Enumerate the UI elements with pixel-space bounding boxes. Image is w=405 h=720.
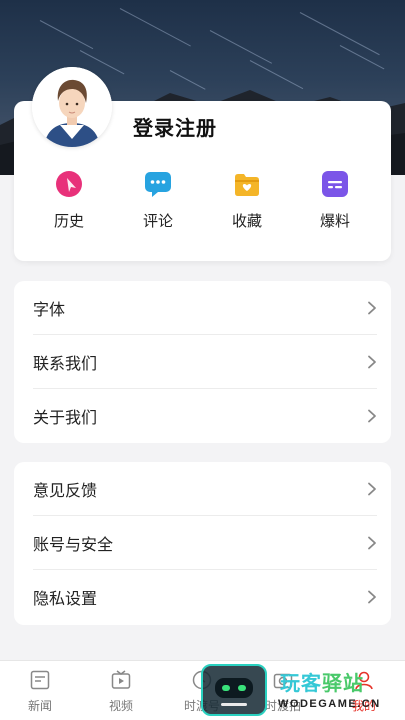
- avatar[interactable]: [32, 67, 112, 147]
- tip-off-icon: [322, 171, 348, 197]
- tab-label: 新闻: [27, 699, 52, 713]
- shortcut-tip-off[interactable]: 爆料: [305, 170, 365, 231]
- comment-icon: [145, 172, 171, 197]
- chevron-right-icon: [368, 355, 376, 368]
- robot-face-icon: [215, 678, 253, 706]
- tab-news[interactable]: 新闻: [10, 669, 70, 714]
- chevron-right-icon: [368, 409, 376, 423]
- tab-video[interactable]: 视频: [91, 669, 151, 714]
- shortcut-comment[interactable]: 评论: [128, 170, 188, 231]
- settings-item-label: 联系我们: [33, 353, 98, 373]
- watermark-title: 玩客驿站: [280, 667, 364, 696]
- shortcut-favorites[interactable]: 收藏: [217, 170, 277, 231]
- watermark-logo: [201, 664, 267, 716]
- news-icon: [30, 670, 50, 690]
- watermark-title-b: 驿站: [322, 673, 364, 695]
- settings-item-privacy[interactable]: 隐私设置: [33, 570, 377, 624]
- settings-group-general: 字体 联系我们 关于我们: [14, 281, 391, 443]
- chevron-right-icon: [368, 301, 376, 314]
- settings-item-account-security[interactable]: 账号与安全: [33, 516, 377, 570]
- shortcut-history[interactable]: 历史: [39, 170, 99, 231]
- favorites-icon: [235, 174, 259, 196]
- settings-item-label: 账号与安全: [33, 534, 114, 554]
- settings-item-font[interactable]: 字体: [33, 281, 377, 335]
- settings-item-about-us[interactable]: 关于我们: [33, 389, 377, 443]
- tab-label: 视频: [108, 699, 133, 713]
- settings-item-label: 字体: [33, 299, 66, 319]
- shortcut-label: 评论: [142, 212, 173, 230]
- history-icon: [56, 171, 82, 197]
- settings-group-account: 意见反馈 账号与安全 隐私设置: [14, 462, 391, 625]
- shortcut-label: 爆料: [319, 212, 350, 230]
- settings-item-label: 关于我们: [33, 408, 98, 427]
- settings-item-contact-us[interactable]: 联系我们: [33, 335, 377, 389]
- video-icon: [111, 670, 131, 689]
- login-register-link[interactable]: 登录注册: [133, 112, 217, 141]
- watermark-domain: WODEGAME.CN: [278, 698, 381, 710]
- chevron-right-icon: [368, 482, 376, 495]
- settings-item-label: 意见反馈: [33, 480, 98, 500]
- chevron-right-icon: [368, 536, 376, 549]
- shortcut-label: 历史: [53, 212, 84, 230]
- settings-item-label: 隐私设置: [33, 589, 98, 608]
- shortcut-label: 收藏: [231, 212, 262, 230]
- watermark-title-a: 玩客: [280, 673, 322, 695]
- avatar-icon: [32, 67, 112, 147]
- settings-item-feedback[interactable]: 意见反馈: [33, 462, 377, 516]
- chevron-right-icon: [368, 590, 376, 604]
